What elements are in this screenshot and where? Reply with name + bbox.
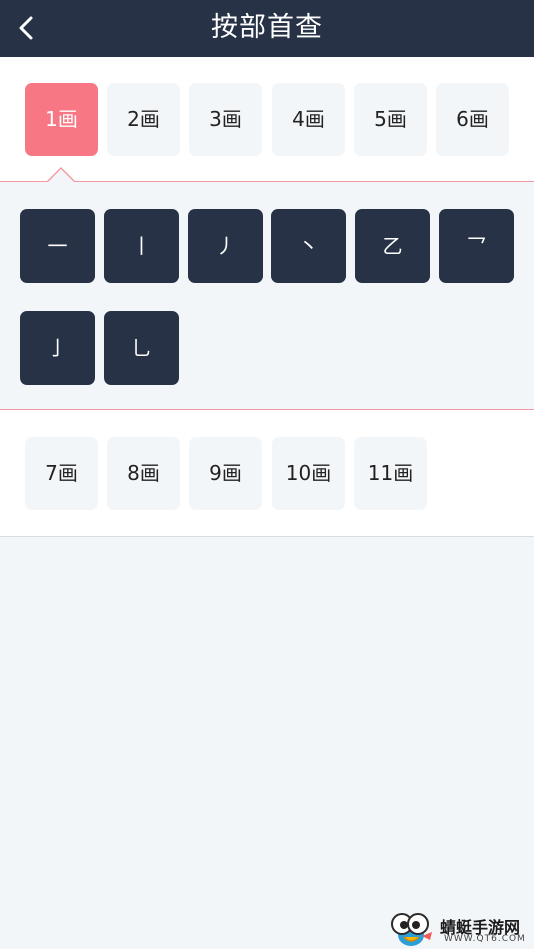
stroke-tab-8[interactable]: 8画 xyxy=(107,437,180,510)
stroke-tab-2[interactable]: 2画 xyxy=(107,83,180,156)
radical-button[interactable]: 乙 xyxy=(355,209,430,283)
radical-button[interactable]: 乛 xyxy=(439,209,514,283)
stroke-tab-7[interactable]: 7画 xyxy=(25,437,98,510)
watermark-url: WWW.QT6.COM xyxy=(444,934,526,944)
radical-button[interactable]: 丶 xyxy=(271,209,346,283)
stroke-tab-4[interactable]: 4画 xyxy=(272,83,345,156)
stroke-tab-3[interactable]: 3画 xyxy=(189,83,262,156)
stroke-tabs-row-1: 1画 2画 3画 4画 5画 6画 xyxy=(0,57,534,182)
active-tab-pointer-fill xyxy=(47,169,75,183)
dragonfly-logo-icon xyxy=(391,913,432,946)
radical-panel: 一 丨 丿 丶 乙 乛 亅 乚 xyxy=(0,182,534,410)
radical-button[interactable]: 一 xyxy=(20,209,95,283)
page-title: 按部首查 xyxy=(211,12,323,43)
radical-button[interactable]: 亅 xyxy=(20,311,95,385)
watermark: 蜻蜓手游网 WWW.QT6.COM xyxy=(388,910,534,949)
radical-button[interactable]: 乚 xyxy=(104,311,179,385)
stroke-tabs-row-2: 7画 8画 9画 10画 11画 xyxy=(0,410,534,537)
stroke-tab-1[interactable]: 1画 xyxy=(25,83,98,156)
stroke-tab-5[interactable]: 5画 xyxy=(354,83,427,156)
stroke-tab-6[interactable]: 6画 xyxy=(436,83,509,156)
app-header: 按部首查 xyxy=(0,0,534,57)
stroke-tab-9[interactable]: 9画 xyxy=(189,437,262,510)
stroke-tab-10[interactable]: 10画 xyxy=(272,437,345,510)
radical-button[interactable]: 丨 xyxy=(104,209,179,283)
stroke-tab-11[interactable]: 11画 xyxy=(354,437,427,510)
radical-button[interactable]: 丿 xyxy=(188,209,263,283)
